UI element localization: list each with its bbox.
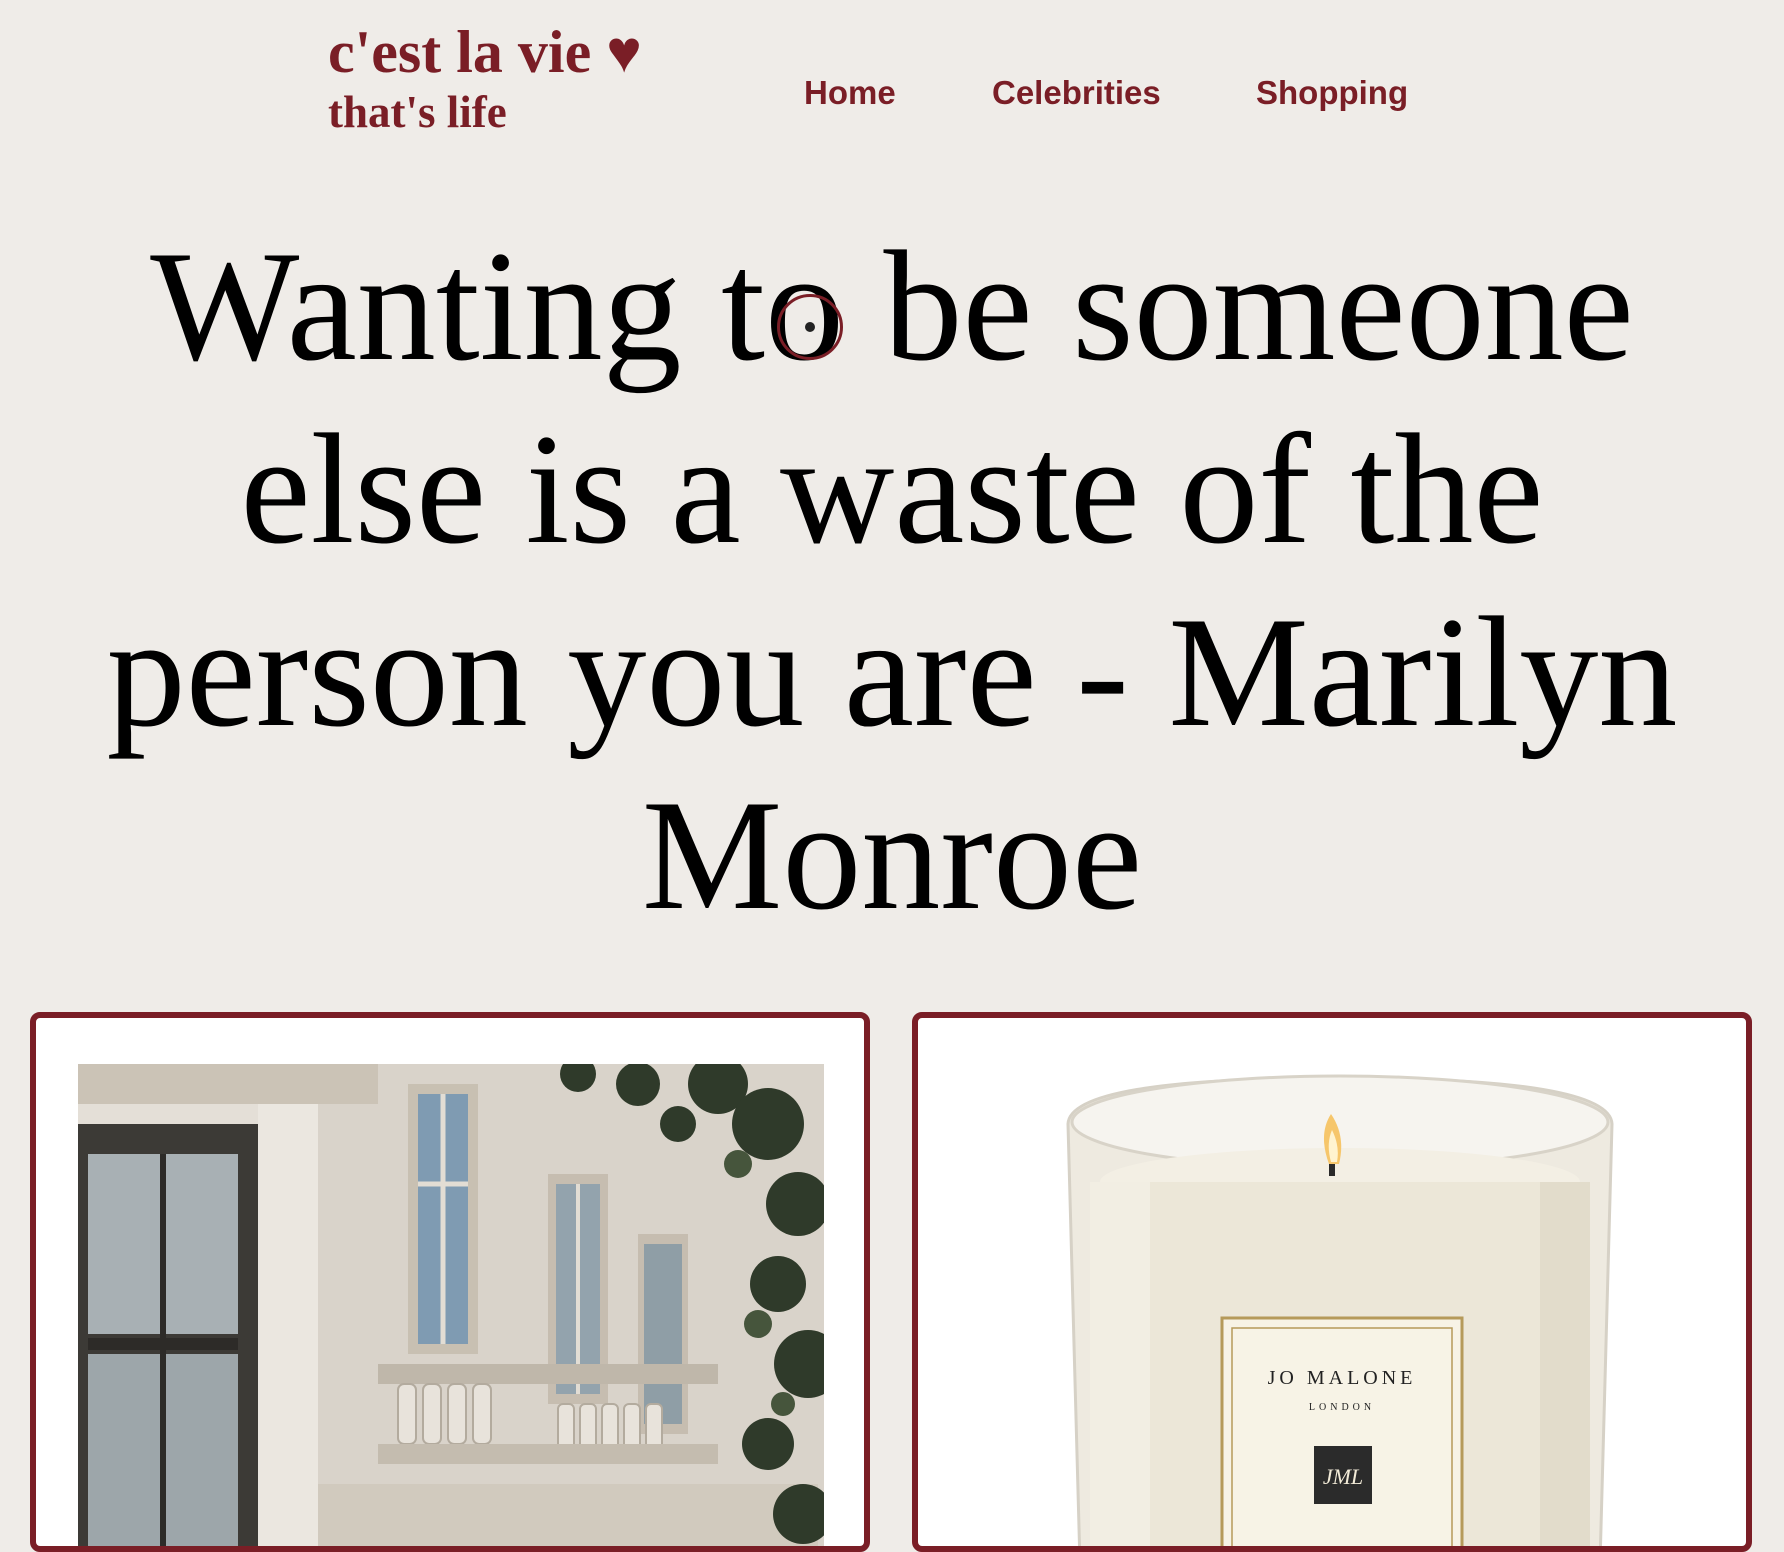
candle-brand-text: JO MALONE (1268, 1367, 1417, 1389)
building-image (78, 1064, 824, 1546)
site-logo[interactable]: c'est la vie ♥ that's life (328, 18, 642, 138)
svg-text:LONDON: LONDON (1309, 1402, 1375, 1413)
nav-shopping-link[interactable]: Shopping (1256, 74, 1408, 112)
logo-title: c'est la vie ♥ (328, 19, 642, 85)
featured-card-candle[interactable]: JO MALONE LONDON JML (912, 1012, 1752, 1552)
mouse-cursor-indicator (777, 294, 843, 360)
candle-photo[interactable]: JO MALONE LONDON JML (960, 1064, 1706, 1546)
hero-quote: Wanting to be someone else is a waste of… (106, 219, 1678, 943)
featured-card-building[interactable] (30, 1012, 870, 1552)
logo-subtitle: that's life (328, 87, 507, 137)
building-photo[interactable] (78, 1064, 824, 1546)
candle-image: JO MALONE LONDON JML (960, 1064, 1706, 1546)
svg-text:JML: JML (1323, 1464, 1363, 1489)
site-header: c'est la vie ♥ that's life Home Celebrit… (0, 0, 1784, 170)
nav-celebrities-link[interactable]: Celebrities (992, 74, 1161, 112)
nav-home-link[interactable]: Home (804, 74, 896, 112)
cursor-dot (805, 322, 815, 332)
